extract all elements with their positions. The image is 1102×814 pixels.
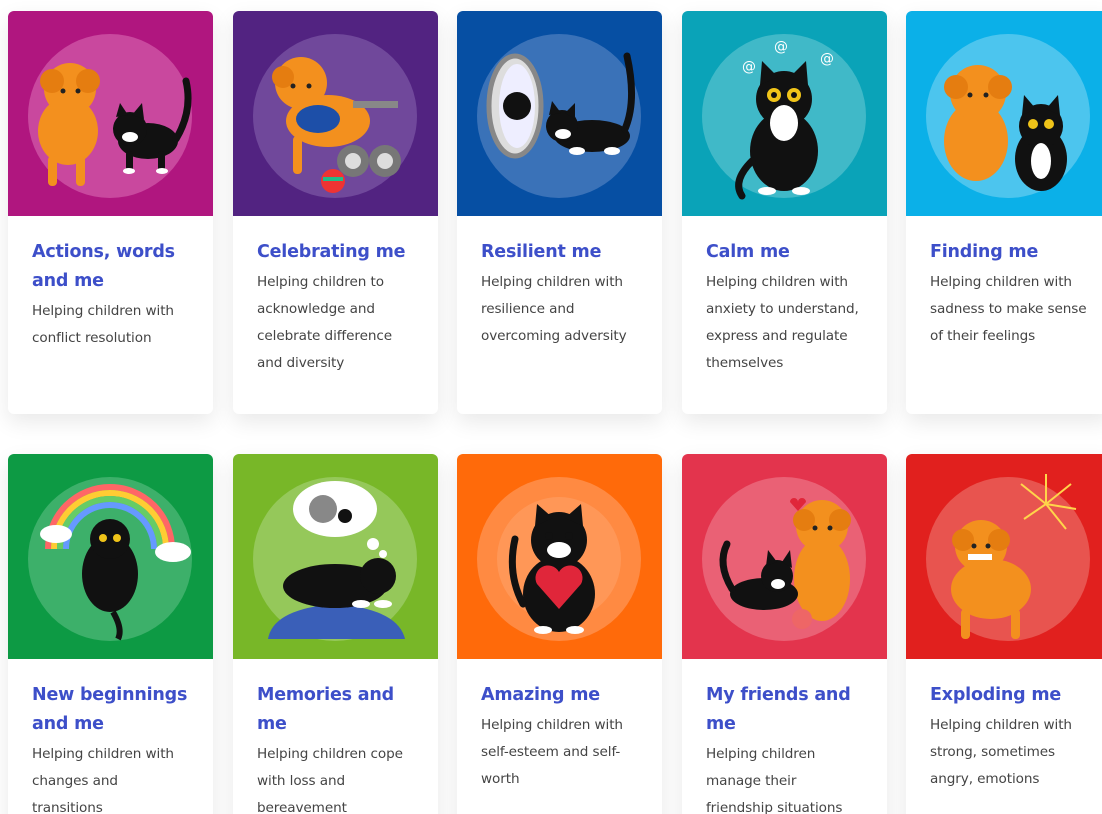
card-title[interactable]: New beginnings and me xyxy=(32,681,189,739)
card-title[interactable]: Memories and me xyxy=(257,681,414,739)
card-title[interactable]: Actions, words and me xyxy=(32,238,189,296)
card-description: Helping children with resilience and ove… xyxy=(481,274,627,344)
card-description: Helping children manage their friendship… xyxy=(706,746,843,814)
card-description: Helping children with sadness to make se… xyxy=(930,274,1087,344)
cat-mirror-icon xyxy=(457,11,662,216)
cat-rainbow-icon xyxy=(8,454,213,659)
angry-dog-fireworks-icon xyxy=(906,454,1102,659)
cat-dreaming-icon xyxy=(233,454,438,659)
card-title[interactable]: Exploding me xyxy=(930,681,1087,710)
card-image xyxy=(233,11,438,216)
card-title[interactable]: Celebrating me xyxy=(257,238,414,267)
card-image xyxy=(906,454,1102,659)
card-image xyxy=(233,454,438,659)
card-description: Helping children to acknowledge and cele… xyxy=(257,274,392,371)
cat-heart-icon xyxy=(457,454,662,659)
card-description: Helping children with self-esteem and se… xyxy=(481,717,623,787)
card-finding-me[interactable]: Finding me Helping children with sadness… xyxy=(906,11,1102,414)
sad-dog-and-cat-icon xyxy=(906,11,1102,216)
anxious-cat-icon: @ @ @ xyxy=(682,11,887,216)
card-description: Helping children with conflict resolutio… xyxy=(32,303,174,346)
svg-text:@: @ xyxy=(774,39,788,55)
card-title[interactable]: Finding me xyxy=(930,238,1087,267)
card-memories-and-me[interactable]: Memories and me Helping children cope wi… xyxy=(233,454,438,814)
card-my-friends-and-me[interactable]: My friends and me Helping children manag… xyxy=(682,454,887,814)
card-description: Helping children with changes and transi… xyxy=(32,746,174,814)
card-image xyxy=(457,11,662,216)
card-celebrating-me[interactable]: Celebrating me Helping children to ackno… xyxy=(233,11,438,414)
card-description: Helping children with anxiety to underst… xyxy=(706,274,859,371)
card-title[interactable]: Calm me xyxy=(706,238,863,267)
card-title[interactable]: My friends and me xyxy=(706,681,863,739)
card-title[interactable]: Amazing me xyxy=(481,681,638,710)
card-calm-me[interactable]: @ @ @ Calm me Helping children with anxi… xyxy=(682,11,887,414)
card-title[interactable]: Resilient me xyxy=(481,238,638,267)
svg-text:@: @ xyxy=(742,59,756,75)
card-exploding-me[interactable]: Exploding me Helping children with stron… xyxy=(906,454,1102,814)
card-description: Helping children with strong, sometimes … xyxy=(930,717,1072,787)
dog-wheelchair-icon xyxy=(233,11,438,216)
card-image: @ @ @ xyxy=(682,11,887,216)
card-resilient-me[interactable]: Resilient me Helping children with resil… xyxy=(457,11,662,414)
card-amazing-me[interactable]: Amazing me Helping children with self-es… xyxy=(457,454,662,814)
card-actions-words-and-me[interactable]: Actions, words and me Helping children w… xyxy=(8,11,213,414)
card-image xyxy=(8,11,213,216)
dog-and-cat-icon xyxy=(8,11,213,216)
svg-text:@: @ xyxy=(820,51,834,67)
card-new-beginnings-and-me[interactable]: New beginnings and me Helping children w… xyxy=(8,454,213,814)
card-image xyxy=(457,454,662,659)
card-image xyxy=(906,11,1102,216)
card-image xyxy=(682,454,887,659)
card-image xyxy=(8,454,213,659)
dog-and-cat-friends-icon xyxy=(682,454,887,659)
card-description: Helping children cope with loss and bere… xyxy=(257,746,403,814)
